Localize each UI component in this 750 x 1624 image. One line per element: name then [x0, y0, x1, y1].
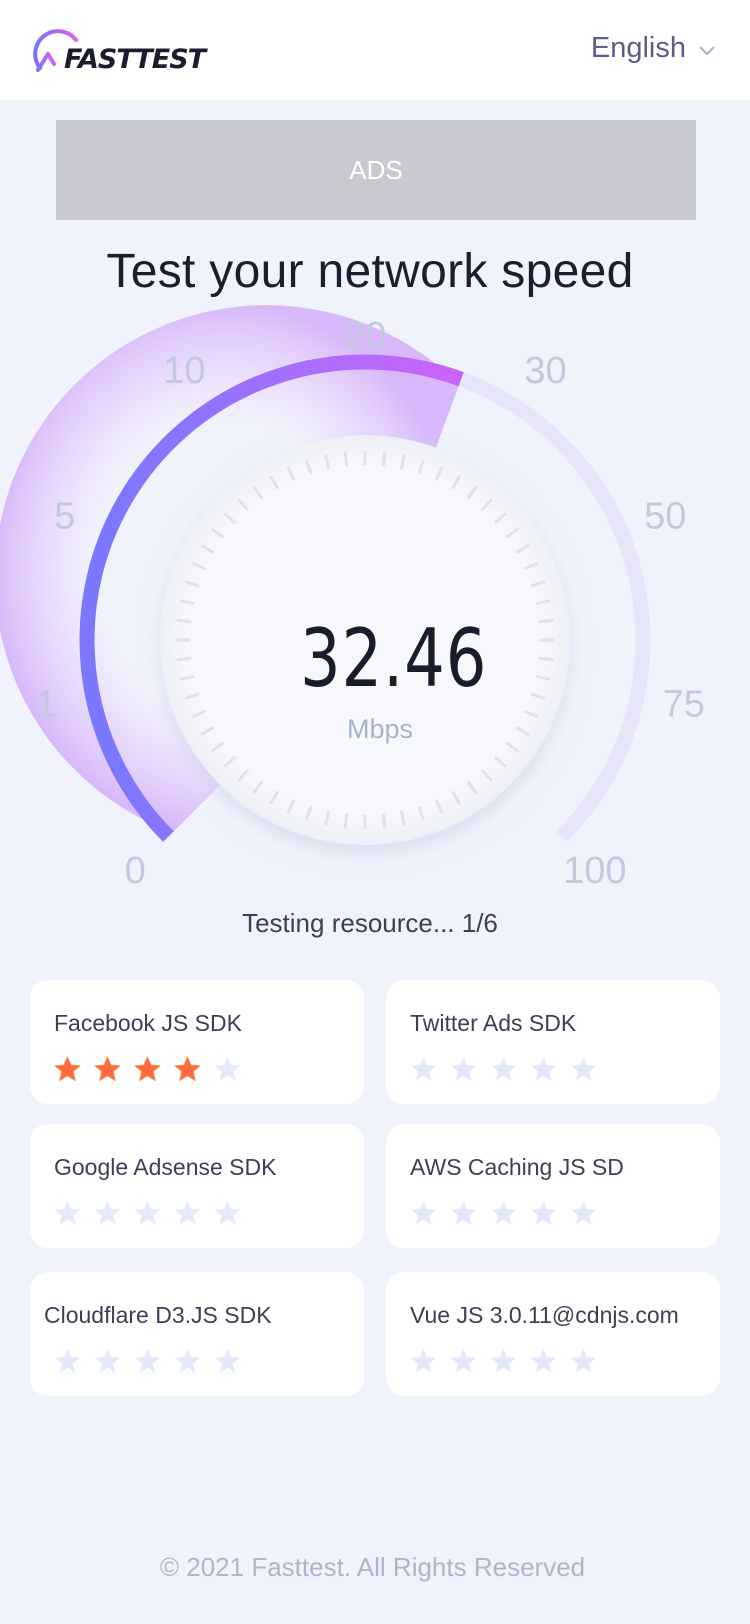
resource-card[interactable]: Google Adsense SDK	[30, 1124, 364, 1248]
rating-stars	[54, 1200, 241, 1226]
gauge-scale-label: 0	[125, 850, 146, 892]
app-header: FASTTEST English	[0, 0, 750, 100]
star-empty-icon	[95, 1201, 120, 1225]
star-empty-icon	[175, 1201, 200, 1225]
ad-banner[interactable]: ADS	[56, 120, 696, 220]
gauge-tick	[343, 451, 349, 467]
star-empty-icon	[215, 1349, 240, 1373]
rating-stars	[410, 1200, 597, 1226]
star-empty-icon	[175, 1349, 200, 1373]
gauge-scale-label: 30	[524, 350, 566, 392]
gauge-scale-label: 50	[644, 496, 686, 538]
star-empty-icon	[491, 1201, 516, 1225]
gauge-tick	[538, 618, 554, 624]
star-empty-icon	[531, 1057, 556, 1081]
star-empty-icon	[95, 1349, 120, 1373]
star-empty-icon	[55, 1201, 80, 1225]
star-empty-icon	[531, 1349, 556, 1373]
gauge-tick	[176, 618, 192, 624]
star-empty-icon	[411, 1349, 436, 1373]
test-status: Testing resource... 1/6	[242, 908, 498, 938]
language-selector[interactable]: English	[591, 32, 716, 65]
rating-stars	[410, 1056, 597, 1082]
star-empty-icon	[55, 1349, 80, 1373]
logo-text: FASTTEST	[64, 44, 206, 75]
ad-label: ADS	[349, 154, 403, 185]
star-filled-icon	[54, 1056, 81, 1081]
star-empty-icon	[411, 1057, 436, 1081]
gauge-scale-label: 1	[36, 683, 57, 725]
star-empty-icon	[571, 1201, 596, 1225]
gauge-scale-label: 5	[54, 496, 75, 538]
star-filled-icon	[174, 1056, 201, 1081]
star-empty-icon	[215, 1057, 240, 1081]
gauge-scale-label: 10	[163, 350, 205, 392]
star-empty-icon	[451, 1201, 476, 1225]
star-filled-icon	[134, 1056, 161, 1081]
speed-value: 32.46	[300, 612, 488, 705]
language-label: English	[590, 32, 686, 64]
star-filled-icon	[94, 1056, 121, 1081]
resource-card[interactable]: Facebook JS SDK	[30, 980, 364, 1104]
star-empty-icon	[571, 1057, 596, 1081]
resource-name: Google Adsense SDK	[54, 1154, 277, 1180]
gauge-tick	[343, 813, 349, 829]
star-empty-icon	[411, 1201, 436, 1225]
gauge-tick	[381, 451, 387, 467]
fasttest-logo[interactable]: FASTTEST	[30, 24, 210, 78]
chevron-down-icon	[699, 45, 715, 55]
gauge-scale-label: 100	[563, 850, 626, 892]
rating-stars	[54, 1348, 241, 1374]
resource-card[interactable]: Cloudflare D3.JS SDK	[30, 1272, 364, 1396]
resource-card[interactable]: Twitter Ads SDK	[386, 980, 720, 1104]
resource-name: Facebook JS SDK	[54, 1010, 242, 1036]
resource-name: Vue JS 3.0.11@cdnjs.com	[410, 1302, 679, 1328]
star-empty-icon	[451, 1057, 476, 1081]
star-empty-icon	[491, 1057, 516, 1081]
gauge-scale-label: 75	[663, 683, 705, 725]
resource-name: Twitter Ads SDK	[410, 1010, 577, 1036]
star-empty-icon	[531, 1201, 556, 1225]
star-empty-icon	[451, 1349, 476, 1373]
resource-name: Cloudflare D3.JS SDK	[44, 1302, 272, 1328]
copyright-footer: © 2021 Fasttest. All Rights Reserved	[159, 1552, 586, 1582]
star-empty-icon	[135, 1201, 160, 1225]
star-empty-icon	[215, 1201, 240, 1225]
resource-name: AWS Caching JS SD	[410, 1154, 624, 1180]
rating-stars	[54, 1056, 241, 1082]
speed-unit: Mbps	[346, 714, 414, 744]
resource-card[interactable]: Vue JS 3.0.11@cdnjs.com	[386, 1272, 720, 1396]
speed-gauge: 0 1 5 10 20 30 50 75 100	[0, 305, 705, 892]
star-empty-icon	[135, 1349, 160, 1373]
page-title: Test your network speed	[106, 245, 634, 298]
gauge-tick	[176, 656, 192, 662]
gauge-tick	[381, 813, 387, 829]
resource-card[interactable]: AWS Caching JS SD	[386, 1124, 720, 1248]
star-empty-icon	[491, 1349, 516, 1373]
rating-stars	[410, 1348, 597, 1374]
star-empty-icon	[571, 1349, 596, 1373]
gauge-tick	[538, 656, 554, 662]
gauge-scale-label: 20	[344, 315, 386, 357]
